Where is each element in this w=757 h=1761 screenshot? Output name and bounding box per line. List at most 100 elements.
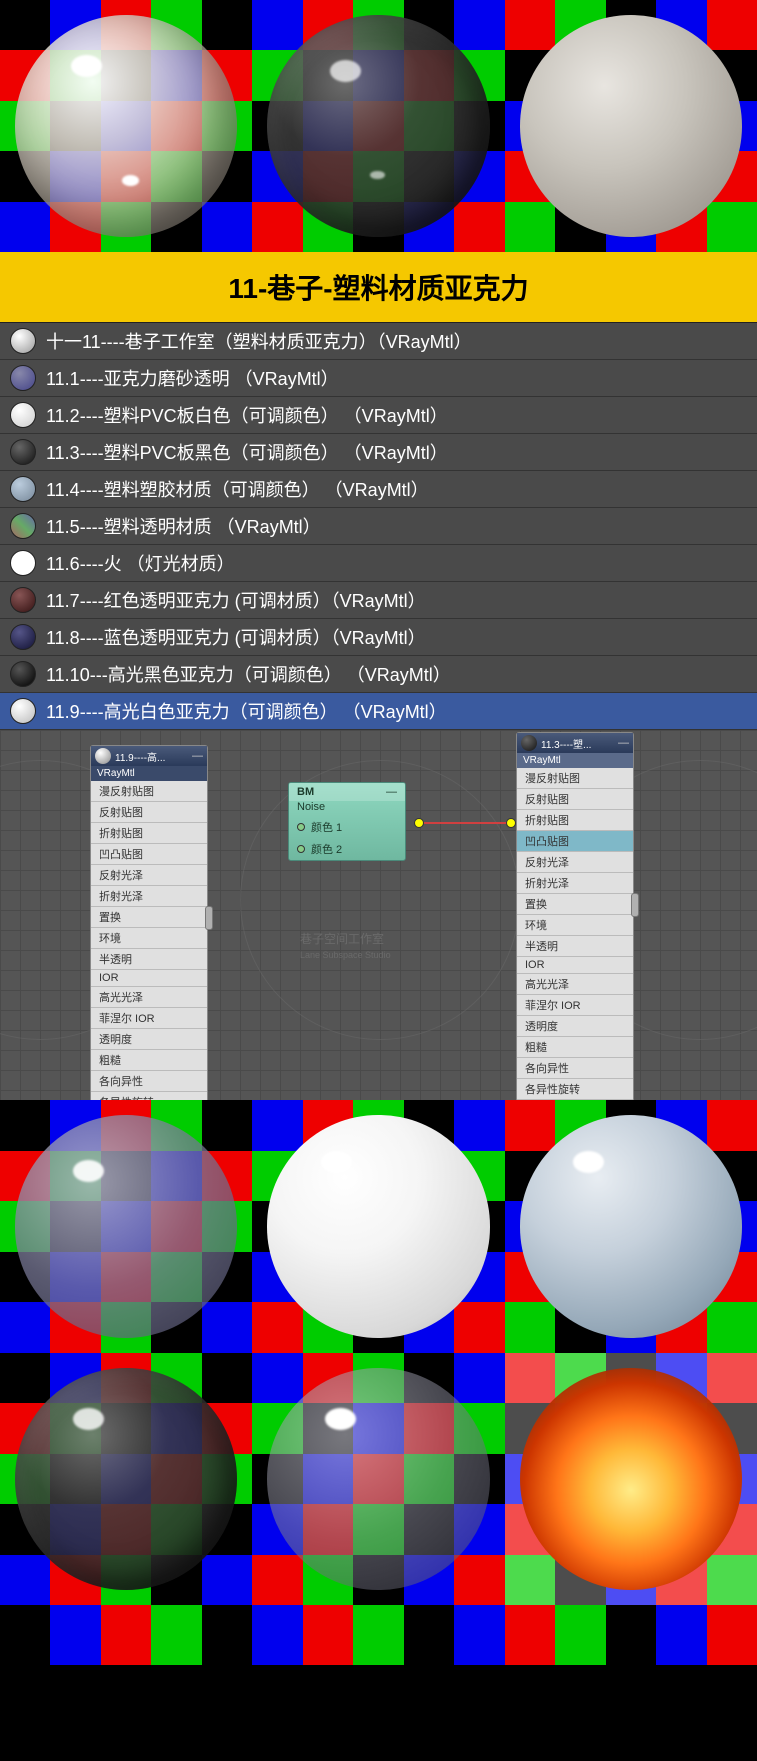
material-row-m10[interactable]: 11.10---高光黑色亚克力（可调颜色） （VRayMtl） [0, 656, 757, 693]
resize-handle[interactable] [205, 906, 213, 930]
bm-title: BM [297, 786, 314, 798]
material-ball-icon [10, 402, 36, 428]
node-type: VRayMtl [91, 766, 207, 781]
node-slot[interactable]: 粗糙 [517, 1037, 633, 1058]
material-row-m6[interactable]: 11.6----火 （灯光材质） [0, 545, 757, 582]
color2-label: 颜色 2 [311, 841, 397, 857]
mid-preview-row [0, 1100, 757, 1352]
node-slot[interactable]: 高光光泽 [517, 974, 633, 995]
node-title: 11.9----高... [115, 749, 192, 764]
connection-wire[interactable] [424, 822, 510, 824]
material-ball-icon [521, 735, 537, 751]
material-row-m3[interactable]: 11.3----塑料PVC板黑色（可调颜色） （VRayMtl） [0, 434, 757, 471]
node-slot[interactable]: 置换 [91, 907, 207, 928]
title-bar: 11-巷子-塑料材质亚克力 [0, 252, 757, 322]
material-ball-icon [10, 624, 36, 650]
node-vraymtl-right[interactable]: 11.3----塑... — VRayMtl 漫反射贴图反射贴图折射贴图凹凸贴图… [516, 732, 634, 1100]
material-row-m4[interactable]: 11.4----塑料塑胶材质（可调颜色） （VRayMtl） [0, 471, 757, 508]
node-slot[interactable]: 半透明 [91, 949, 207, 970]
node-slot[interactable]: 各向异性 [91, 1071, 207, 1092]
minimize-icon[interactable]: — [192, 750, 203, 762]
node-slot[interactable]: 各异性旋转 [91, 1092, 207, 1100]
node-slot[interactable]: 漫反射贴图 [91, 781, 207, 802]
resize-handle[interactable] [631, 893, 639, 917]
material-ball-icon [10, 328, 36, 354]
node-vraymtl-left[interactable]: 11.9----高... — VRayMtl 漫反射贴图反射贴图折射贴图凹凸贴图… [90, 745, 208, 1100]
material-label: 11.4----塑料塑胶材质（可调颜色） （VRayMtl） [46, 476, 429, 502]
node-slot[interactable]: 反射光泽 [91, 865, 207, 886]
preview-fire [505, 1353, 757, 1605]
material-row-m5[interactable]: 11.5----塑料透明材质 （VRayMtl） [0, 508, 757, 545]
node-slot[interactable]: 折射光泽 [517, 873, 633, 894]
node-slot[interactable]: 半透明 [517, 936, 633, 957]
material-ball-icon [10, 365, 36, 391]
material-list: 十一11----巷子工作室（塑料材质亚克力）（VRayMtl） 11.1----亚… [0, 322, 757, 730]
preview-concrete [505, 0, 757, 252]
node-slot[interactable]: 折射贴图 [91, 823, 207, 844]
material-ball-icon [10, 587, 36, 613]
node-header[interactable]: 11.9----高... — [91, 746, 207, 766]
material-label: 11.5----塑料透明材质 （VRayMtl） [46, 513, 321, 539]
node-slot[interactable]: 各向异性 [517, 1058, 633, 1079]
material-row-m1[interactable]: 11.1----亚克力磨砂透明 （VRayMtl） [0, 360, 757, 397]
material-label: 11.2----塑料PVC板白色（可调颜色） （VRayMtl） [46, 402, 448, 428]
material-ball-icon [10, 550, 36, 576]
material-ball-icon [10, 513, 36, 539]
node-slot[interactable]: 高光光泽 [91, 987, 207, 1008]
node-slot[interactable]: 环境 [91, 928, 207, 949]
node-slot[interactable]: 菲涅尔 IOR [517, 995, 633, 1016]
preview-glass [0, 0, 252, 252]
material-row-m9[interactable]: 11.9----高光白色亚克力（可调颜色） （VRayMtl） [0, 693, 757, 730]
node-slot[interactable]: 粗糙 [91, 1050, 207, 1071]
minimize-icon[interactable]: — [386, 786, 397, 798]
node-slot[interactable]: IOR [517, 957, 633, 974]
material-row-m2[interactable]: 11.2----塑料PVC板白色（可调颜色） （VRayMtl） [0, 397, 757, 434]
bottom-strip [0, 1605, 757, 1665]
material-label: 十一11----巷子工作室（塑料材质亚克力）（VRayMtl） [46, 328, 472, 354]
node-slot[interactable]: IOR [91, 970, 207, 987]
bm-subtitle: Noise [297, 801, 325, 813]
node-slot[interactable]: 透明度 [517, 1016, 633, 1037]
port-icon[interactable] [297, 823, 305, 831]
preview-clear [252, 1353, 504, 1605]
material-row-m8[interactable]: 11.8----蓝色透明亚克力 (可调材质）（VRayMtl） [0, 619, 757, 656]
node-slot[interactable]: 环境 [517, 915, 633, 936]
node-slot[interactable]: 透明度 [91, 1029, 207, 1050]
material-row-m7[interactable]: 11.7----红色透明亚克力 (可调材质）（VRayMtl） [0, 582, 757, 619]
color1-label: 颜色 1 [311, 819, 397, 835]
node-editor[interactable]: 巷子空间工作室Lane Subspace Studio 11.9----高...… [0, 730, 757, 1100]
node-slot[interactable]: 凹凸贴图 [91, 844, 207, 865]
material-ball-icon [10, 661, 36, 687]
node-slot[interactable]: 折射光泽 [91, 886, 207, 907]
preview-dark [252, 0, 504, 252]
node-slot[interactable]: 漫反射贴图 [517, 768, 633, 789]
material-label: 11.3----塑料PVC板黑色（可调颜色） （VRayMtl） [46, 439, 448, 465]
material-label: 11.1----亚克力磨砂透明 （VRayMtl） [46, 365, 339, 391]
material-ball-icon [10, 476, 36, 502]
material-row-m0[interactable]: 十一11----巷子工作室（塑料材质亚克力）（VRayMtl） [0, 323, 757, 360]
material-label: 11.10---高光黑色亚克力（可调颜色） （VRayMtl） [46, 661, 451, 687]
node-slot[interactable]: 反射贴图 [91, 802, 207, 823]
material-label: 11.9----高光白色亚克力（可调颜色） （VRayMtl） [46, 698, 447, 724]
node-slot[interactable]: 凹凸贴图 [517, 831, 633, 852]
node-slot[interactable]: 反射光泽 [517, 852, 633, 873]
node-title: 11.3----塑... [541, 736, 618, 751]
node-slot[interactable]: 置换 [517, 894, 633, 915]
port-icon[interactable] [297, 845, 305, 853]
preview-dark2 [0, 1353, 252, 1605]
preview-frosted [0, 1100, 252, 1352]
node-slot[interactable]: 各异性旋转 [517, 1079, 633, 1100]
bottom-preview-row [0, 1353, 757, 1605]
node-slot[interactable]: 折射贴图 [517, 810, 633, 831]
node-type: VRayMtl [517, 753, 633, 768]
node-bm-noise[interactable]: BM — Noise 颜色 1 颜色 2 [288, 782, 406, 861]
material-label: 11.7----红色透明亚克力 (可调材质）（VRayMtl） [46, 587, 426, 613]
minimize-icon[interactable]: — [618, 737, 629, 749]
material-ball-icon [95, 748, 111, 764]
node-header[interactable]: 11.3----塑... — [517, 733, 633, 753]
top-preview-row [0, 0, 757, 252]
node-slot[interactable]: 菲涅尔 IOR [91, 1008, 207, 1029]
material-ball-icon [10, 439, 36, 465]
material-label: 11.6----火 （灯光材质） [46, 550, 235, 576]
node-slot[interactable]: 反射贴图 [517, 789, 633, 810]
